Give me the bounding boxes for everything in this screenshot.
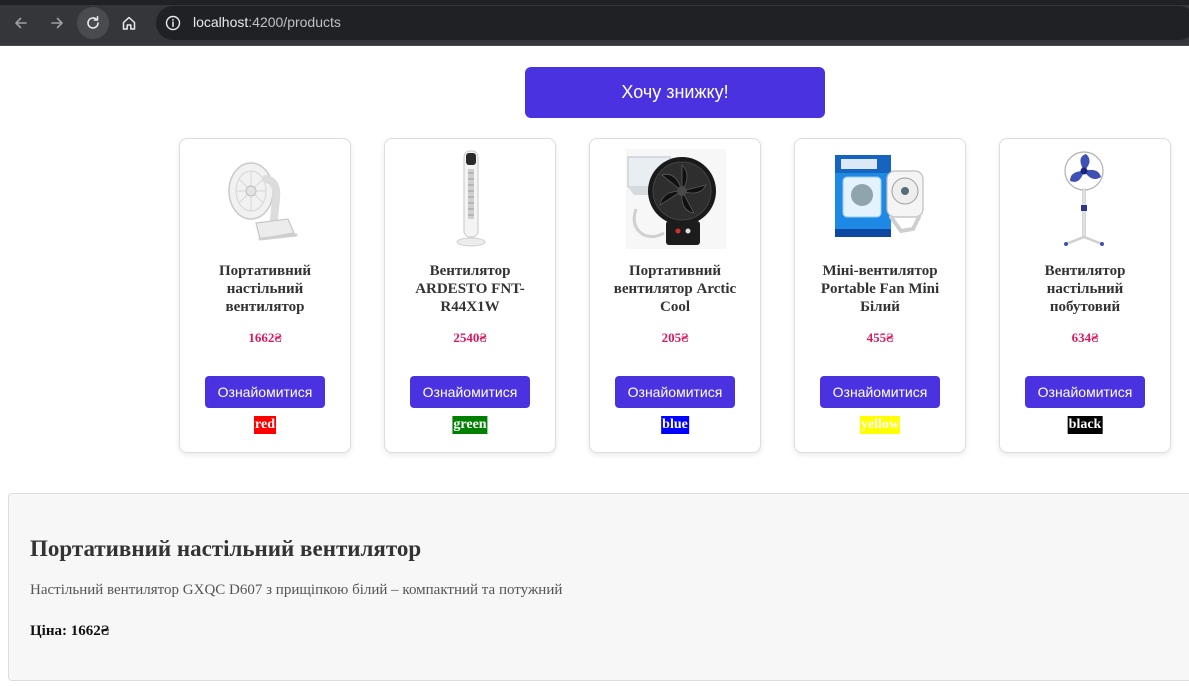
- product-title: Вентилятор настільний побутовий: [1044, 263, 1126, 315]
- product-title: Портативний настільний вентилятор: [218, 263, 311, 315]
- color-badge: red: [254, 416, 276, 434]
- product-image: [831, 149, 931, 249]
- discount-button[interactable]: Хочу знижку!: [525, 67, 825, 118]
- arrow-right-icon: [51, 17, 63, 29]
- product-image: [421, 149, 521, 249]
- forward-button[interactable]: [41, 7, 73, 39]
- product-card: Портативний вентилятор Arctic Cool 205₴ …: [589, 138, 761, 453]
- product-detail-panel: Портативний настільний вентилятор Настіл…: [8, 493, 1189, 681]
- mini-fan-box-image: [835, 155, 924, 237]
- product-image: [216, 149, 316, 249]
- detail-description: Настільний вентилятор GXQC D607 з прищіп…: [30, 582, 563, 598]
- product-card: Портативний настільний вентилятор 1662₴ …: [179, 138, 351, 453]
- address-bar[interactable]: localhost:4200/products: [156, 6, 1189, 40]
- details-button[interactable]: Ознайомитися: [205, 376, 325, 408]
- product-title: Вентилятор ARDESTO FNT-R44X1W: [415, 263, 525, 315]
- color-badge: blue: [661, 416, 689, 434]
- details-button[interactable]: Ознайомитися: [820, 376, 940, 408]
- details-button[interactable]: Ознайомитися: [615, 376, 735, 408]
- back-button[interactable]: [5, 7, 37, 39]
- browser-toolbar: localhost:4200/products: [0, 0, 1189, 46]
- product-price: 455₴: [866, 330, 894, 345]
- color-badge: yellow: [859, 416, 901, 434]
- arrow-left-icon: [15, 17, 27, 29]
- url-text[interactable]: localhost:4200/products: [193, 14, 341, 30]
- product-price: 205₴: [661, 330, 689, 345]
- detail-price: Ціна: 1662₴: [30, 623, 110, 639]
- toolbar-divider: [0, 45, 1189, 46]
- details-button[interactable]: Ознайомитися: [410, 376, 530, 408]
- product-price: 2540₴: [453, 330, 487, 345]
- color-badge: green: [452, 416, 488, 434]
- product-price: 1662₴: [248, 330, 282, 345]
- product-card: Вентилятор настільний побутовий 634₴ Озн…: [999, 138, 1171, 453]
- product-image: [1036, 149, 1136, 249]
- home-icon: [122, 16, 136, 30]
- tab-strip: [0, 0, 1189, 5]
- clip-fan-image: [228, 162, 298, 241]
- details-button[interactable]: Ознайомитися: [1025, 376, 1145, 408]
- usb-fan-image: [626, 149, 726, 249]
- product-title: Портативний вентилятор Arctic Cool: [613, 263, 737, 315]
- product-card: Вентилятор ARDESTO FNT-R44X1W 2540₴ Озна…: [384, 138, 556, 453]
- product-title: Міні-вентилятор Portable Fan Mini Білий: [820, 263, 940, 315]
- stand-fan-image: [1064, 151, 1104, 246]
- tower-fan-image: [456, 150, 486, 247]
- color-badge: black: [1067, 416, 1103, 434]
- product-price: 634₴: [1071, 330, 1099, 345]
- url-host: localhost: [193, 14, 249, 30]
- product-card: Міні-вентилятор Portable Fan Mini Білий …: [794, 138, 966, 453]
- reload-button[interactable]: [77, 7, 109, 39]
- url-path: :4200/products: [248, 14, 341, 30]
- product-image: [626, 149, 726, 249]
- site-info-icon[interactable]: [165, 15, 181, 31]
- reload-icon: [87, 16, 99, 29]
- detail-title: Портативний настільний вентилятор: [30, 536, 422, 561]
- home-button[interactable]: [113, 7, 145, 39]
